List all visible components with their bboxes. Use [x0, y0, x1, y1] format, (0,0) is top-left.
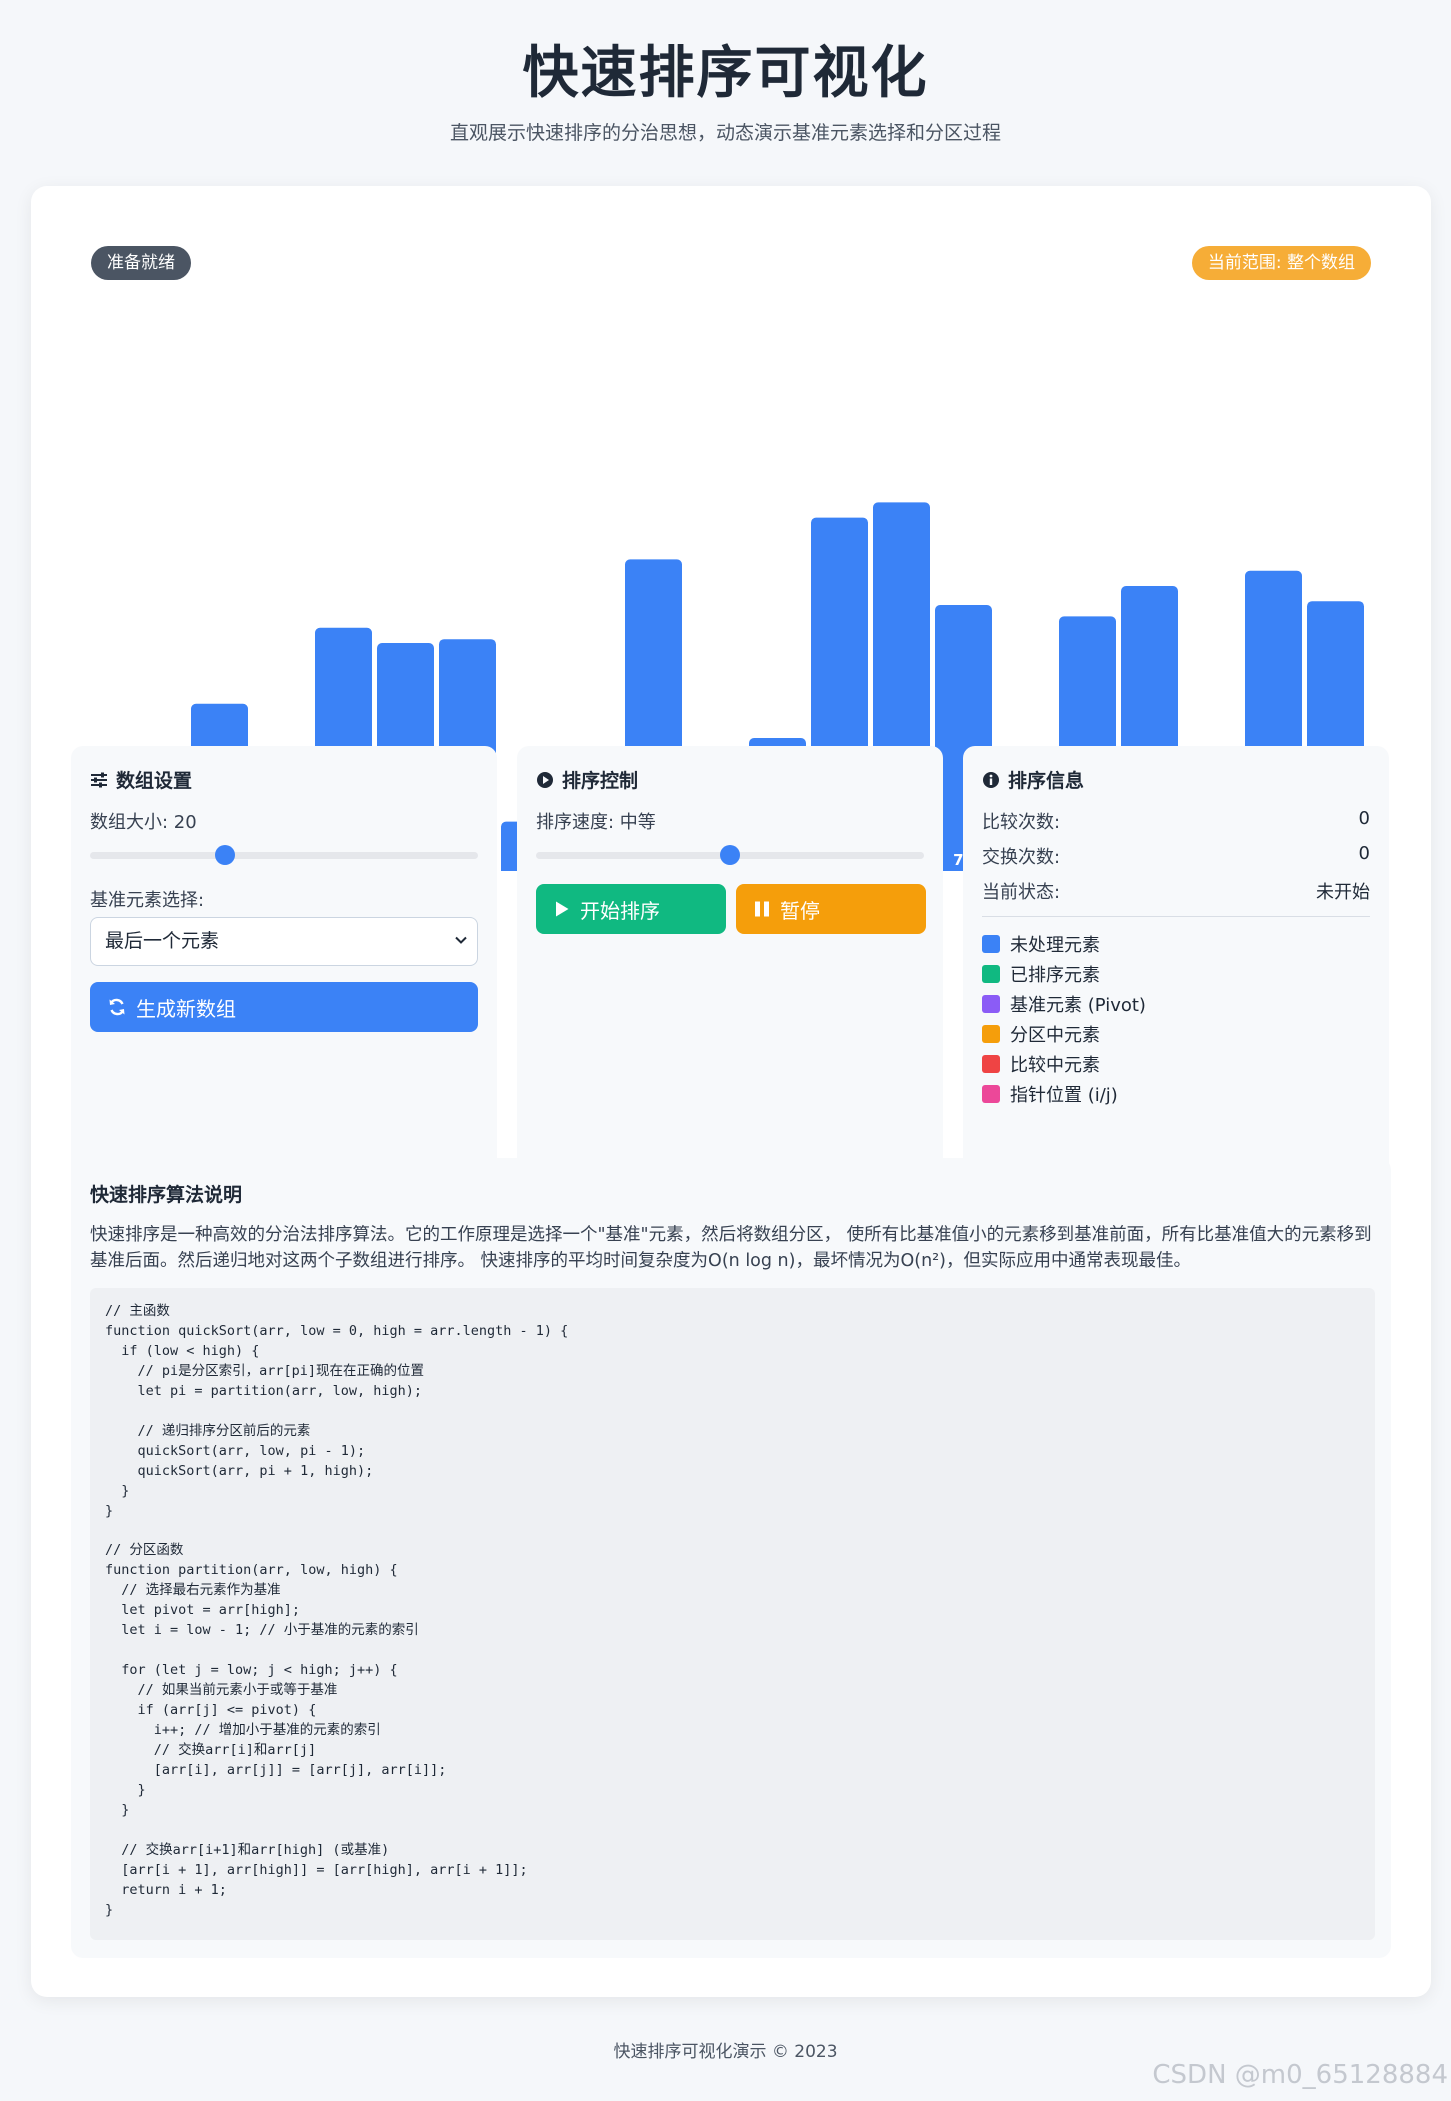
footer-text: 快速排序可视化演示 © 2023 — [613, 2042, 838, 2062]
start-sort-button[interactable]: 开始排序 — [536, 884, 726, 934]
legend-label: 分区中元素 — [1010, 1025, 1100, 1046]
slider-thumb[interactable] — [215, 845, 236, 865]
legend-label: 基准元素 (Pivot) — [1010, 995, 1146, 1016]
pivot-label: 基准元素选择: — [90, 890, 205, 911]
pause-icon — [755, 901, 769, 917]
swaps-value: 0 — [1358, 843, 1370, 864]
algorithm-description: 快速排序是一种高效的分治法排序算法。它的工作原理是选择一个"基准"元素，然后将数… — [90, 1225, 1372, 1271]
array-size-slider[interactable] — [90, 845, 478, 865]
array-size-label: 数组大小: 20 — [90, 812, 197, 833]
status-badge: 准备就绪 — [91, 246, 191, 280]
speed-label: 排序速度: 中等 — [536, 812, 656, 833]
watermark: CSDN @m0_65128884 — [1152, 2060, 1448, 2090]
legend-unprocessed: 未处理元素 — [982, 931, 1100, 957]
state-label: 当前状态: — [982, 882, 1061, 903]
info-title: 排序信息 — [1008, 770, 1085, 792]
chevron-down-icon — [455, 936, 467, 944]
legend-label: 已排序元素 — [1010, 965, 1100, 986]
play-icon — [556, 901, 569, 917]
generate-array-label: 生成新数组 — [136, 996, 236, 1021]
state-value: 未开始 — [1316, 882, 1370, 903]
legend-swatch — [982, 935, 1000, 953]
start-sort-label: 开始排序 — [580, 898, 660, 923]
slider-thumb[interactable] — [720, 845, 740, 865]
state-row: 当前状态: 未开始 — [982, 878, 1370, 904]
pause-label: 暂停 — [780, 898, 820, 923]
legend-swatch — [982, 965, 1000, 983]
settings-title: 数组设置 — [116, 770, 193, 792]
legend-pointer: 指针位置 (i/j) — [982, 1081, 1118, 1107]
swaps-row: 交换次数: 0 — [982, 843, 1370, 869]
legend-swatch — [982, 995, 1000, 1013]
legend-pivot: 基准元素 (Pivot) — [982, 991, 1146, 1017]
swaps-label: 交换次数: — [982, 847, 1061, 868]
comparisons-label: 比较次数: — [982, 812, 1061, 833]
sliders-icon — [91, 772, 107, 787]
legend-swatch — [982, 1085, 1000, 1103]
info-divider — [982, 916, 1370, 917]
settings-header: 数组设置 — [90, 766, 192, 793]
main-card: 准备就绪 当前范围: 整个数组 314432646061132682835939… — [31, 186, 1431, 1997]
comparisons-value: 0 — [1358, 808, 1370, 829]
page-title: 快速排序可视化 — [522, 41, 929, 106]
page-subtitle: 直观展示快速排序的分治思想，动态演示基准元素选择和分区过程 — [449, 122, 1001, 144]
algorithm-title: 快速排序算法说明 — [90, 1184, 243, 1206]
algorithm-section: 快速排序算法说明 快速排序是一种高效的分治法排序算法。它的工作原理是选择一个"基… — [71, 1158, 1391, 1958]
legend-comparing: 比较中元素 — [982, 1051, 1100, 1077]
control-title: 排序控制 — [562, 770, 639, 792]
pivot-select[interactable]: 最后一个元素 — [90, 917, 478, 966]
pause-button[interactable]: 暂停 — [736, 884, 926, 934]
play-circle-icon — [537, 771, 553, 788]
legend-partition: 分区中元素 — [982, 1021, 1100, 1047]
legend-label: 比较中元素 — [1010, 1055, 1100, 1076]
legend-sorted: 已排序元素 — [982, 961, 1100, 987]
pivot-selected-value: 最后一个元素 — [105, 930, 220, 952]
legend-label: 未处理元素 — [1010, 935, 1100, 956]
refresh-icon — [109, 998, 125, 1016]
code-block: // 主函数 function quickSort(arr, low = 0, … — [90, 1288, 1375, 1940]
legend-swatch — [982, 1025, 1000, 1043]
speed-slider[interactable] — [536, 845, 924, 865]
legend-swatch — [982, 1055, 1000, 1073]
range-badge: 当前范围: 整个数组 — [1191, 246, 1371, 280]
control-header: 排序控制 — [536, 766, 638, 793]
generate-array-button[interactable]: 生成新数组 — [90, 982, 478, 1032]
legend-label: 指针位置 (i/j) — [1010, 1085, 1118, 1106]
info-icon — [983, 771, 999, 788]
slider-track — [90, 852, 478, 859]
info-header: 排序信息 — [982, 766, 1084, 793]
comparisons-row: 比较次数: 0 — [982, 808, 1370, 834]
